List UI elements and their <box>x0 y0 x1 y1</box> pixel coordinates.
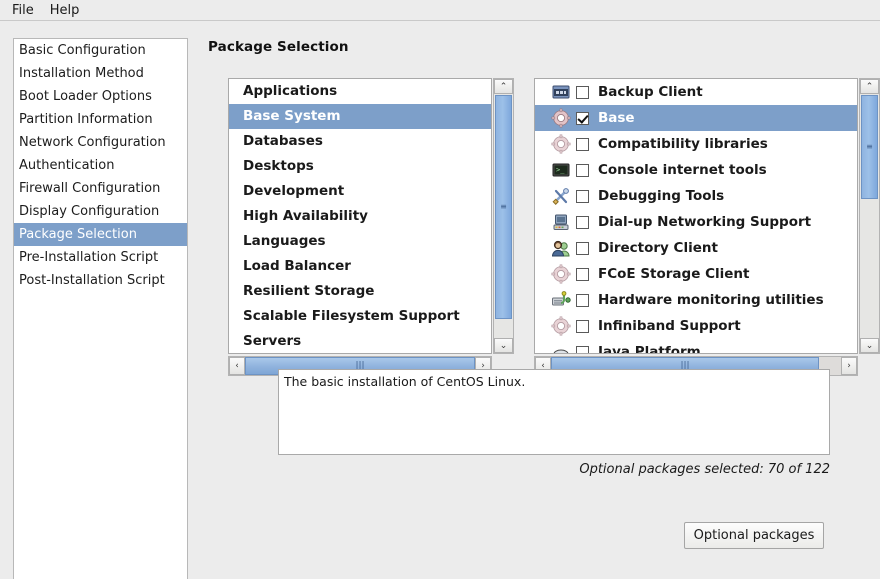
package-label: Compatibility libraries <box>598 136 768 152</box>
menu-item-help[interactable]: Help <box>42 1 88 20</box>
menu-bar: File Help <box>0 0 880 21</box>
package-label: Console internet tools <box>598 162 767 178</box>
grip-icon: ≡ <box>500 202 507 211</box>
package-row-compatibility-libraries[interactable]: Compatibility libraries <box>535 131 857 157</box>
java-icon <box>551 342 571 353</box>
package-row-directory-client[interactable]: Directory Client <box>535 235 857 261</box>
tools-icon <box>551 186 571 206</box>
category-row-applications[interactable]: Applications <box>229 79 491 104</box>
users-icon <box>551 238 571 258</box>
scroll-left-icon[interactable]: ‹ <box>229 357 245 375</box>
package-row-fcoe-storage-client[interactable]: FCoE Storage Client <box>535 261 857 287</box>
hardware-monitor-icon <box>551 290 571 310</box>
package-label: Hardware monitoring utilities <box>598 292 824 308</box>
sidebar-item-firewall-configuration[interactable]: Firewall Configuration <box>14 177 187 200</box>
category-row-load-balancer[interactable]: Load Balancer <box>229 254 491 279</box>
scroll-up-icon[interactable]: ⌃ <box>860 79 879 94</box>
package-checkbox[interactable] <box>576 215 589 229</box>
category-row-desktops[interactable]: Desktops <box>229 154 491 179</box>
package-row-debugging-tools[interactable]: Debugging Tools <box>535 183 857 209</box>
menu-item-file[interactable]: File <box>4 1 42 20</box>
package-row-console-internet-tools[interactable]: >_ Console internet tools <box>535 157 857 183</box>
package-checkbox[interactable] <box>576 189 589 203</box>
package-list-panel: Backup Client Base Compatibility librari… <box>534 78 880 376</box>
package-label: Debugging Tools <box>598 188 725 204</box>
category-row-resilient-storage[interactable]: Resilient Storage <box>229 279 491 304</box>
package-label: Backup Client <box>598 84 703 100</box>
category-row-base-system[interactable]: Base System <box>229 104 491 129</box>
category-row-databases[interactable]: Databases <box>229 129 491 154</box>
package-row-dial-up-networking-support[interactable]: Dial-up Networking Support <box>535 209 857 235</box>
category-row-scalable-filesystem-support[interactable]: Scalable Filesystem Support <box>229 304 491 329</box>
package-checkbox[interactable] <box>576 345 589 353</box>
package-label: Base <box>598 110 635 126</box>
category-list-panel: Applications Base System Databases Deskt… <box>228 78 514 376</box>
sidebar-item-installation-method[interactable]: Installation Method <box>14 62 187 85</box>
gear-icon <box>551 108 571 128</box>
category-row-high-availability[interactable]: High Availability <box>229 204 491 229</box>
package-row-java-platform[interactable]: Java Platform <box>535 339 857 354</box>
gear-icon <box>551 134 571 154</box>
package-description-box: The basic installation of CentOS Linux. <box>278 369 830 455</box>
scroll-up-icon[interactable]: ⌃ <box>494 79 513 94</box>
package-list[interactable]: Backup Client Base Compatibility librari… <box>534 78 858 354</box>
category-row-servers[interactable]: Servers <box>229 329 491 353</box>
telephone-icon <box>551 212 571 232</box>
package-window-icon <box>551 82 571 102</box>
package-label: FCoE Storage Client <box>598 266 750 282</box>
scroll-down-icon[interactable]: ⌄ <box>860 338 879 353</box>
terminal-icon: >_ <box>551 160 571 180</box>
sidebar-item-post-installation-script[interactable]: Post-Installation Script <box>14 269 187 292</box>
package-label: Infiniband Support <box>598 318 741 334</box>
category-row-development[interactable]: Development <box>229 179 491 204</box>
optional-packages-status: Optional packages selected: 70 of 122 <box>579 462 830 477</box>
package-label: Directory Client <box>598 240 718 256</box>
category-vscroll-thumb[interactable]: ≡ <box>495 95 512 319</box>
package-row-infiniband-support[interactable]: Infiniband Support <box>535 313 857 339</box>
sidebar-item-basic-configuration[interactable]: Basic Configuration <box>14 39 187 62</box>
package-label: Dial-up Networking Support <box>598 214 812 230</box>
scroll-right-icon[interactable]: › <box>841 357 857 375</box>
package-checkbox[interactable] <box>576 319 589 333</box>
package-row-base[interactable]: Base <box>535 105 857 131</box>
package-checkbox[interactable] <box>576 137 589 151</box>
package-checkbox[interactable] <box>576 293 589 307</box>
gear-icon <box>551 264 571 284</box>
package-label: Java Platform <box>598 344 701 354</box>
body-area: Basic Configuration Installation Method … <box>0 22 880 579</box>
package-row-backup-client[interactable]: Backup Client <box>535 79 857 105</box>
package-checkbox[interactable] <box>576 163 589 177</box>
package-checkbox[interactable] <box>576 111 589 125</box>
scroll-down-icon[interactable]: ⌄ <box>494 338 513 353</box>
package-checkbox[interactable] <box>576 241 589 255</box>
category-row-languages[interactable]: Languages <box>229 229 491 254</box>
sidebar-item-partition-information[interactable]: Partition Information <box>14 108 187 131</box>
package-checkbox[interactable] <box>576 85 589 99</box>
sidebar-item-pre-installation-script[interactable]: Pre-Installation Script <box>14 246 187 269</box>
sidebar-item-network-configuration[interactable]: Network Configuration <box>14 131 187 154</box>
gear-icon <box>551 316 571 336</box>
sidebar-item-package-selection[interactable]: Package Selection <box>14 223 187 246</box>
optional-packages-button[interactable]: Optional packages <box>684 522 824 549</box>
sidebar-item-authentication[interactable]: Authentication <box>14 154 187 177</box>
grip-icon: ≡ <box>866 142 873 151</box>
svg-text:>_: >_ <box>556 166 565 174</box>
sidebar-item-display-configuration[interactable]: Display Configuration <box>14 200 187 223</box>
page-title: Package Selection <box>208 39 349 55</box>
package-row-hardware-monitoring-utilities[interactable]: Hardware monitoring utilities <box>535 287 857 313</box>
content-pane: Package Selection Applications Base Syst… <box>188 22 880 579</box>
sidebar-item-boot-loader-options[interactable]: Boot Loader Options <box>14 85 187 108</box>
category-list[interactable]: Applications Base System Databases Deskt… <box>228 78 492 354</box>
package-vertical-scrollbar[interactable]: ⌃ ≡ ⌄ <box>859 78 880 354</box>
category-vertical-scrollbar[interactable]: ⌃ ≡ ⌄ <box>493 78 514 354</box>
package-vscroll-thumb[interactable]: ≡ <box>861 95 878 199</box>
sidebar-nav-list[interactable]: Basic Configuration Installation Method … <box>13 38 188 579</box>
package-checkbox[interactable] <box>576 267 589 281</box>
